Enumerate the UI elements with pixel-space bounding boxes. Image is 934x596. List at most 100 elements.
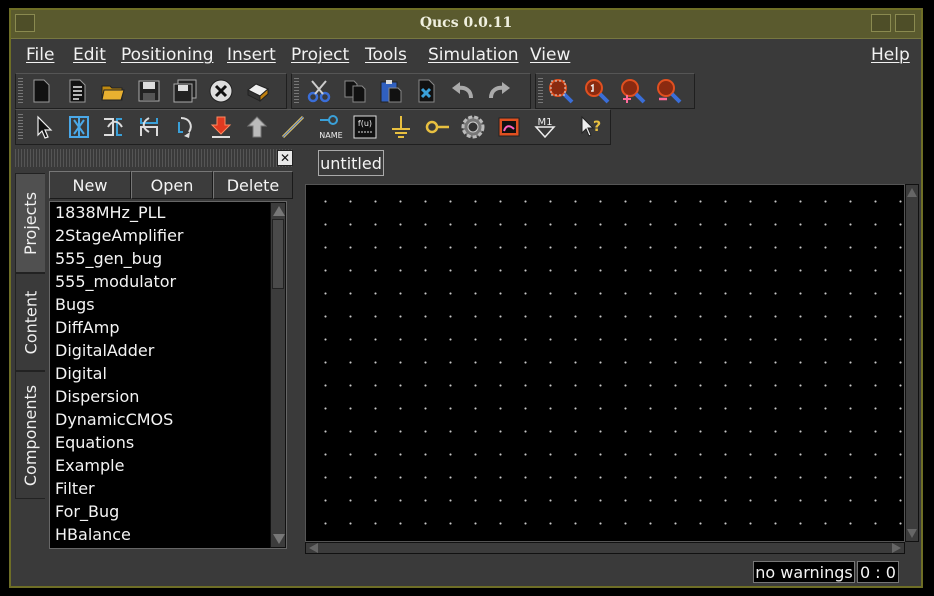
cursor-position: 0 : 0 [857, 561, 899, 583]
menu-simulation[interactable]: Simulation [428, 45, 519, 65]
zoom-in-icon[interactable] [618, 77, 648, 105]
toolbar-grip[interactable] [18, 114, 23, 140]
menu-positioning[interactable]: Positioning [121, 45, 213, 65]
list-item[interactable]: Filter [55, 479, 95, 498]
scroll-up-icon[interactable] [907, 188, 917, 197]
redo-icon[interactable] [484, 77, 514, 105]
toolbar-grip[interactable] [18, 78, 23, 104]
tab-content[interactable]: Content [15, 273, 45, 371]
dock-close-icon[interactable]: ✕ [277, 150, 293, 166]
schematic-canvas[interactable] [305, 184, 905, 542]
menu-bar: File Edit Positioning Insert Project Too… [11, 39, 921, 71]
file-toolbar [15, 73, 287, 109]
move-text-icon[interactable] [206, 113, 236, 141]
label-icon[interactable]: NAME [314, 113, 348, 141]
status-bar: no warnings 0 : 0 [11, 558, 921, 586]
scroll-right-icon[interactable] [892, 543, 901, 553]
tab-components-label: Components [21, 384, 41, 486]
on-grid-icon[interactable] [242, 113, 272, 141]
list-item[interactable]: Example [55, 456, 124, 475]
canvas-vertical-scrollbar[interactable] [905, 184, 919, 542]
zoom-fit-icon[interactable] [546, 77, 576, 105]
menu-help[interactable]: Help [871, 45, 910, 65]
project-list[interactable]: 1838MHz_PLL 2StageAmplifier 555_gen_bug … [49, 201, 287, 549]
list-item[interactable]: Digital [55, 364, 107, 383]
list-item[interactable]: 1838MHz_PLL [55, 203, 165, 222]
simulate-icon[interactable] [458, 113, 488, 141]
marker-icon[interactable]: M1 [530, 113, 560, 141]
project-dock: ✕ Projects Content Components New Open D… [15, 149, 293, 549]
list-item[interactable]: HBalance [55, 525, 131, 544]
delete-project-button[interactable]: Delete [213, 171, 293, 199]
port-icon[interactable] [422, 113, 452, 141]
list-item[interactable]: Dispersion [55, 387, 139, 406]
new-text-icon[interactable] [62, 77, 92, 105]
menu-tools[interactable]: Tools [365, 45, 407, 65]
project-list-scrollbar[interactable] [270, 202, 286, 548]
menu-insert[interactable]: Insert [227, 45, 276, 65]
equation-icon[interactable]: f(u) [350, 113, 380, 141]
list-item[interactable]: For_Bug [55, 502, 119, 521]
open-folder-icon[interactable] [98, 77, 128, 105]
delete-icon[interactable] [412, 77, 442, 105]
list-item[interactable]: Equations [55, 433, 134, 452]
scroll-left-icon[interactable] [309, 543, 318, 553]
save-icon[interactable] [134, 77, 164, 105]
wire-icon[interactable] [278, 113, 308, 141]
scroll-up-icon[interactable] [273, 206, 285, 216]
copy-icon[interactable] [340, 77, 370, 105]
display-icon[interactable] [494, 113, 524, 141]
title-bar[interactable]: Qucs 0.0.11 [11, 10, 921, 39]
list-item[interactable]: Bugs [55, 295, 95, 314]
toolbar-grip[interactable] [294, 78, 299, 104]
list-item[interactable]: DigitalAdder [55, 341, 154, 360]
zoom-out-icon[interactable] [654, 77, 684, 105]
canvas-horizontal-scrollbar[interactable] [305, 542, 905, 554]
svg-text:?: ? [593, 119, 601, 135]
menu-project[interactable]: Project [291, 45, 349, 65]
tab-untitled[interactable]: untitled [318, 150, 384, 176]
rotate-icon[interactable] [170, 113, 200, 141]
list-item[interactable]: DynamicCMOS [55, 410, 173, 429]
label-icon-text: NAME [319, 131, 342, 140]
paste-icon[interactable] [376, 77, 406, 105]
minimize-button[interactable] [871, 14, 891, 32]
ground-icon[interactable] [386, 113, 416, 141]
window-title: Qucs 0.0.11 [419, 15, 513, 31]
edit-activate-icon[interactable] [64, 113, 94, 141]
application-window: Qucs 0.0.11 File Edit Positioning Insert… [9, 8, 923, 588]
scroll-down-icon[interactable] [907, 529, 917, 538]
maximize-button[interactable] [895, 14, 915, 32]
save-all-icon[interactable] [170, 77, 200, 105]
list-item[interactable]: 555_gen_bug [55, 249, 162, 268]
list-item[interactable]: 555_modulator [55, 272, 176, 291]
select-arrow-icon[interactable] [28, 113, 58, 141]
tab-projects-label: Projects [21, 191, 41, 255]
print-icon[interactable] [242, 77, 272, 105]
list-item[interactable]: DiffAmp [55, 318, 119, 337]
equation-icon-text: f(u) [358, 119, 372, 128]
tab-content-label: Content [21, 290, 41, 354]
edit-toolbar [291, 73, 531, 109]
undo-icon[interactable] [448, 77, 478, 105]
zoom-one-icon[interactable] [582, 77, 612, 105]
menu-edit[interactable]: Edit [73, 45, 106, 65]
whats-this-icon[interactable]: ? [574, 113, 608, 141]
tab-components[interactable]: Components [15, 371, 45, 499]
cut-icon[interactable] [304, 77, 334, 105]
new-document-icon[interactable] [26, 77, 56, 105]
menu-file[interactable]: File [26, 45, 54, 65]
scroll-down-icon[interactable] [273, 534, 285, 544]
tab-projects[interactable]: Projects [15, 173, 45, 273]
dock-title-bar[interactable]: ✕ [15, 149, 293, 167]
scrollbar-thumb[interactable] [272, 219, 284, 289]
menu-view[interactable]: View [530, 45, 570, 65]
new-project-button[interactable]: New [49, 171, 131, 199]
close-icon[interactable] [206, 77, 236, 105]
open-project-button[interactable]: Open [131, 171, 213, 199]
mirror-x-icon[interactable] [98, 113, 128, 141]
toolbar-grip[interactable] [538, 78, 543, 104]
list-item[interactable]: 2StageAmplifier [55, 226, 184, 245]
mirror-y-icon[interactable] [134, 113, 164, 141]
warnings-indicator[interactable]: no warnings [753, 561, 855, 583]
